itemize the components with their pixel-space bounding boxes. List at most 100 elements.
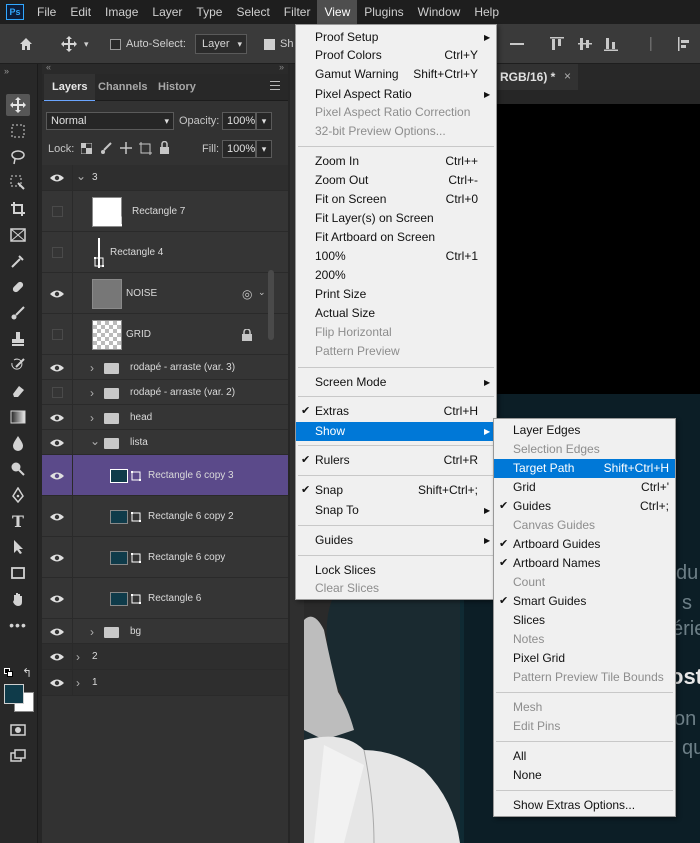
layers-scrollbar[interactable]	[268, 270, 274, 340]
layer-row[interactable]: › rodapé - arraste (var. 2)	[42, 380, 288, 405]
layer-row[interactable]: ◎ ⌄ NOISE	[42, 273, 288, 314]
healing-brush-tool-icon[interactable]	[6, 276, 30, 298]
eye-icon[interactable]	[50, 594, 64, 604]
chevron-right-icon[interactable]: ›	[76, 650, 80, 664]
menu-item-snap-to[interactable]: Snap To ▶	[296, 501, 496, 520]
chevron-right-icon[interactable]: ›	[90, 361, 94, 375]
eye-icon[interactable]	[50, 678, 64, 688]
layer-row[interactable]: Rectangle 6 copy 3	[42, 455, 288, 496]
menu-item-show[interactable]: Show ▶	[296, 422, 496, 441]
auto-select-dropdown[interactable]: Layer ▾	[195, 34, 247, 54]
foreground-color-swatch[interactable]	[4, 684, 24, 704]
auto-select-checkbox[interactable]: Auto-Select:	[110, 24, 186, 64]
layer-row[interactable]: Rectangle 7	[42, 191, 288, 232]
eye-icon[interactable]	[50, 471, 64, 481]
menu-item-grid[interactable]: Grid Ctrl+'	[494, 478, 675, 497]
hand-tool-icon[interactable]	[6, 588, 30, 610]
menu-type[interactable]: Type	[189, 0, 229, 24]
menu-help[interactable]: Help	[467, 0, 506, 24]
menu-item-artboard-names[interactable]: ✔ Artboard Names	[494, 554, 675, 573]
lock-artboard-icon[interactable]	[139, 142, 152, 155]
menu-item-rulers[interactable]: ✔ Rulers Ctrl+R	[296, 451, 496, 470]
brush-tool-icon[interactable]	[6, 302, 30, 324]
tab-channels[interactable]: Channels	[90, 74, 156, 101]
eye-icon[interactable]	[50, 438, 64, 448]
visibility-toggle[interactable]	[52, 328, 63, 340]
move-tool-preset-icon[interactable]: ▾	[60, 24, 89, 64]
lock-image-pixels-icon[interactable]	[100, 142, 112, 154]
fill-chevron-icon[interactable]: ▾	[256, 140, 272, 158]
menu-item-artboard-guides[interactable]: ✔ Artboard Guides	[494, 535, 675, 554]
menu-item-fit-on-screen[interactable]: Fit on Screen Ctrl+0	[296, 190, 496, 209]
menu-item-guides[interactable]: ✔ Guides Ctrl+;	[494, 497, 675, 516]
eye-icon[interactable]	[50, 512, 64, 522]
swap-colors-icon[interactable]: ↰	[22, 666, 32, 680]
lock-position-icon[interactable]	[120, 142, 132, 154]
menu-item-zoom-out[interactable]: Zoom Out Ctrl+-	[296, 171, 496, 190]
menu-item-screen-mode[interactable]: Screen Mode ▶	[296, 373, 496, 392]
visibility-toggle[interactable]	[52, 246, 63, 258]
auto-select-box[interactable]	[110, 38, 121, 50]
menu-item-fit-layer-s-on-screen[interactable]: Fit Layer(s) on Screen	[296, 209, 496, 228]
visibility-toggle[interactable]	[52, 386, 63, 398]
blur-tool-icon[interactable]	[6, 432, 30, 454]
opacity-input[interactable]: 100%	[222, 112, 256, 130]
layer-row[interactable]: › 2	[42, 644, 288, 670]
layer-row[interactable]: › rodapé - arraste (var. 3)	[42, 355, 288, 380]
eye-icon[interactable]	[50, 553, 64, 563]
path-selection-tool-icon[interactable]	[6, 536, 30, 558]
menu-file[interactable]: File	[30, 0, 63, 24]
menu-item-proof-setup[interactable]: Proof Setup ▶	[296, 28, 496, 47]
menu-window[interactable]: Window	[411, 0, 468, 24]
menu-item-pixel-aspect-ratio[interactable]: Pixel Aspect Ratio ▶	[296, 85, 496, 104]
collapse-icon[interactable]: «	[46, 62, 51, 72]
lock-transparent-pixels-icon[interactable]	[81, 143, 92, 154]
panel-menu-icon[interactable]	[270, 81, 280, 90]
layer-row[interactable]: Rectangle 6	[42, 578, 288, 619]
marquee-tool-icon[interactable]	[6, 120, 30, 142]
gradient-tool-icon[interactable]	[6, 406, 30, 428]
chevron-down-icon[interactable]: ⌄	[90, 434, 100, 448]
chevron-down-icon[interactable]: ⌄	[76, 169, 86, 183]
menu-select[interactable]: Select	[229, 0, 276, 24]
chevron-down-icon[interactable]: ▾	[84, 39, 89, 50]
eraser-tool-icon[interactable]	[6, 380, 30, 402]
align-bottom-icon[interactable]	[604, 37, 618, 51]
menu-filter[interactable]: Filter	[277, 0, 318, 24]
menu-item-proof-colors[interactable]: Proof Colors Ctrl+Y	[296, 46, 496, 65]
quick-mask-icon[interactable]	[6, 719, 30, 741]
close-icon[interactable]: ×	[564, 69, 571, 83]
menu-item-100[interactable]: 100% Ctrl+1	[296, 247, 496, 266]
eye-icon[interactable]	[50, 627, 64, 637]
menu-item-actual-size[interactable]: Actual Size	[296, 304, 496, 323]
menu-item-guides[interactable]: Guides ▶	[296, 531, 496, 550]
move-tool-icon[interactable]	[6, 94, 30, 116]
align-vertical-center-icon[interactable]	[578, 37, 592, 51]
layer-row[interactable]: Rectangle 6 copy 2	[42, 496, 288, 537]
fill-input[interactable]: 100%	[222, 140, 256, 158]
menu-plugins[interactable]: Plugins	[357, 0, 410, 24]
menu-image[interactable]: Image	[98, 0, 145, 24]
chevron-right-icon[interactable]: ›	[90, 386, 94, 400]
lock-all-icon[interactable]	[159, 141, 170, 154]
align-top-icon[interactable]	[550, 37, 564, 51]
history-brush-tool-icon[interactable]	[6, 354, 30, 376]
opacity-chevron-icon[interactable]: ▾	[256, 112, 272, 130]
menu-item-all[interactable]: All	[494, 747, 675, 766]
show-transform-checkbox[interactable]: Sh	[264, 24, 293, 64]
menu-item-lock-slices[interactable]: Lock Slices	[296, 561, 496, 580]
eye-icon[interactable]	[50, 652, 64, 662]
tab-history[interactable]: History	[150, 74, 204, 101]
frame-tool-icon[interactable]	[6, 224, 30, 246]
pen-tool-icon[interactable]	[6, 484, 30, 506]
menu-item-snap[interactable]: ✔ Snap Shift+Ctrl+;	[296, 481, 496, 500]
screen-mode-icon[interactable]	[6, 746, 30, 768]
dodge-tool-icon[interactable]	[6, 458, 30, 480]
eye-icon[interactable]	[50, 173, 64, 183]
menu-item-print-size[interactable]: Print Size	[296, 285, 496, 304]
menu-item-gamut-warning[interactable]: Gamut Warning Shift+Ctrl+Y	[296, 65, 496, 84]
menu-edit[interactable]: Edit	[63, 0, 98, 24]
distribute-left-icon[interactable]	[678, 37, 692, 51]
menu-view[interactable]: View	[317, 0, 358, 24]
expand-icon[interactable]: »	[279, 62, 284, 72]
